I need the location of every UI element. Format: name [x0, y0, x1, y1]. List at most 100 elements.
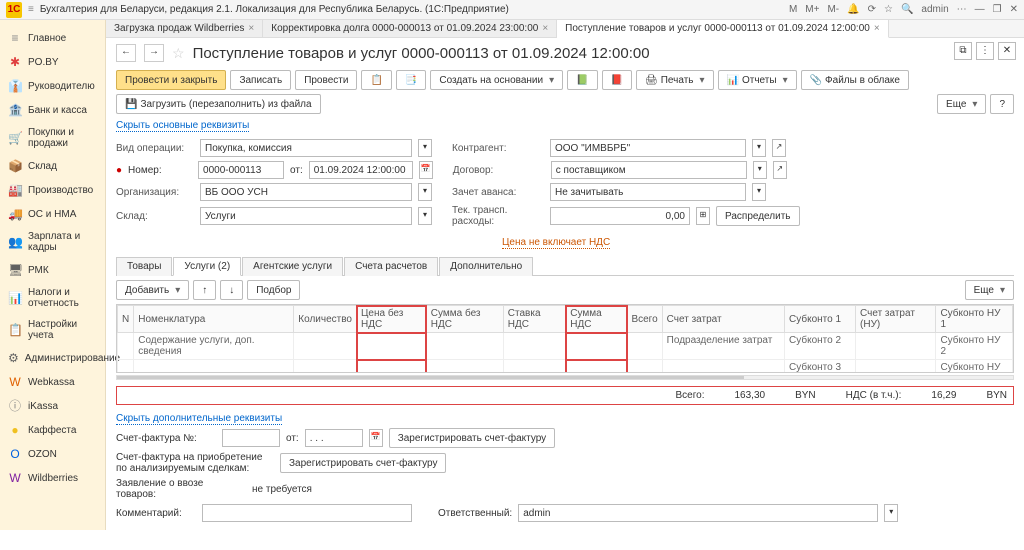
- sidebar-item-10[interactable]: 📊Налоги и отчетность: [0, 282, 105, 314]
- load-file-button[interactable]: 💾 Загрузить (перезаполнить) из файла: [116, 94, 321, 114]
- sidebar-item-13[interactable]: WWebkassa: [0, 370, 105, 394]
- doc-tab-2[interactable]: Поступление товаров и услуг 0000-000113 …: [557, 20, 889, 38]
- sidebar-item-1[interactable]: ✱PO.BY: [0, 50, 105, 74]
- nav-back[interactable]: ←: [116, 44, 136, 62]
- inner-tab-2[interactable]: Агентские услуги: [242, 257, 343, 276]
- resp-input[interactable]: [518, 504, 878, 522]
- help-button[interactable]: ?: [990, 94, 1014, 114]
- sf-number-input[interactable]: [222, 429, 280, 447]
- inner-tab-0[interactable]: Товары: [116, 257, 172, 276]
- contr-dd[interactable]: ▾: [752, 139, 766, 157]
- sidebar-item-14[interactable]: ⓘiKassa: [0, 394, 105, 418]
- hide-extra-link[interactable]: Скрыть дополнительные реквизиты: [116, 413, 282, 425]
- excel-button[interactable]: 📗: [567, 70, 597, 90]
- col-header[interactable]: Количество: [294, 306, 357, 333]
- mem-mplus[interactable]: M+: [805, 4, 819, 15]
- print-button[interactable]: 🖨 Печать: [636, 70, 714, 90]
- bell-icon[interactable]: 🔔: [847, 4, 859, 15]
- grid-more-button[interactable]: Еще: [965, 280, 1014, 300]
- favorite-icon[interactable]: ☆: [172, 45, 185, 62]
- sidebar-item-12[interactable]: ⚙Администрирование: [0, 346, 105, 370]
- sidebar-item-6[interactable]: 🏭Производство: [0, 178, 105, 202]
- comment-input[interactable]: [202, 504, 412, 522]
- maximize-icon[interactable]: ❐: [993, 4, 1002, 15]
- reg-sf2-button[interactable]: Зарегистрировать счет-фактуру: [280, 453, 446, 473]
- inner-tab-3[interactable]: Счета расчетов: [344, 257, 438, 276]
- advance-dd[interactable]: ▾: [752, 183, 766, 201]
- up-button[interactable]: ↑: [193, 280, 216, 300]
- col-header[interactable]: Цена без НДС: [357, 306, 427, 333]
- inner-tab-1[interactable]: Услуги (2): [173, 257, 241, 276]
- price-notice-link[interactable]: Цена не включает НДС: [502, 237, 610, 249]
- resp-dd[interactable]: ▾: [884, 504, 898, 522]
- doc-tab-0[interactable]: Загрузка продаж Wildberries×: [106, 20, 263, 37]
- close-doc-icon[interactable]: ✕: [998, 42, 1016, 60]
- sidebar-item-2[interactable]: 👔Руководителю: [0, 74, 105, 98]
- pick-button[interactable]: Подбор: [247, 280, 300, 300]
- contr-open[interactable]: ↗: [772, 139, 786, 157]
- col-header[interactable]: Ставка НДС: [503, 306, 565, 333]
- col-header[interactable]: Субконто НУ 1: [936, 306, 1013, 333]
- tab-close-icon[interactable]: ×: [542, 23, 548, 34]
- col-header[interactable]: Счет затрат: [662, 306, 784, 333]
- create-on-button[interactable]: Создать на основании: [430, 70, 563, 90]
- write-button[interactable]: Записать: [230, 70, 291, 90]
- sidebar-item-0[interactable]: ≡Главное: [0, 26, 105, 50]
- sidebar-item-7[interactable]: 🚚ОС и НМА: [0, 202, 105, 226]
- number-input[interactable]: [198, 161, 284, 179]
- col-header[interactable]: Счет затрат (НУ): [856, 306, 936, 333]
- doc-tab-1[interactable]: Корректировка долга 0000-000013 от 01.09…: [263, 20, 557, 37]
- reports-button[interactable]: 📊 Отчеты: [718, 70, 797, 90]
- reg-sf-button[interactable]: Зарегистрировать счет-фактуру: [389, 428, 555, 448]
- post-close-button[interactable]: Провести и закрыть: [116, 70, 226, 90]
- hide-main-link[interactable]: Скрыть основные реквизиты: [116, 120, 249, 132]
- mem-mminus[interactable]: M-: [827, 4, 839, 15]
- sidebar-item-17[interactable]: WWildberries: [0, 466, 105, 490]
- sidebar-item-16[interactable]: OOZON: [0, 442, 105, 466]
- more-button[interactable]: Еще: [937, 94, 986, 114]
- hamburger-icon[interactable]: ≡: [28, 4, 34, 15]
- col-header[interactable]: Сумма без НДС: [426, 306, 503, 333]
- sidebar-item-9[interactable]: 🖥РМК: [0, 258, 105, 282]
- search-icon[interactable]: 🔍: [901, 4, 913, 15]
- col-header[interactable]: Субконто 1: [785, 306, 856, 333]
- date-input[interactable]: [309, 161, 413, 179]
- warehouse-dd[interactable]: ▾: [418, 207, 432, 225]
- window-detach-icon[interactable]: ⧉: [954, 42, 972, 60]
- tab-close-icon[interactable]: ×: [248, 23, 254, 34]
- add-button[interactable]: Добавить: [116, 280, 189, 300]
- sidebar-item-11[interactable]: 📋Настройки учета: [0, 314, 105, 346]
- horizontal-scrollbar[interactable]: [116, 375, 1014, 380]
- more-menu-icon[interactable]: ⋮: [976, 42, 994, 60]
- date-pick[interactable]: 📅: [419, 161, 433, 179]
- dt-kt-button[interactable]: 📋: [361, 70, 391, 90]
- texp-calc[interactable]: ⊞: [696, 207, 710, 225]
- sidebar-item-3[interactable]: 🏦Банк и касса: [0, 98, 105, 122]
- nav-fwd[interactable]: →: [144, 44, 164, 62]
- inner-tab-4[interactable]: Дополнительно: [439, 257, 533, 276]
- sidebar-item-5[interactable]: 📦Склад: [0, 154, 105, 178]
- user-label[interactable]: admin: [921, 4, 948, 15]
- op-type-dd[interactable]: ▾: [418, 139, 432, 157]
- history-icon[interactable]: ⟳: [868, 4, 876, 15]
- col-header[interactable]: N: [118, 306, 134, 333]
- sf-date-pick[interactable]: 📅: [369, 429, 383, 447]
- warehouse-input[interactable]: [200, 207, 412, 225]
- close-icon[interactable]: ✕: [1010, 4, 1018, 15]
- advance-input[interactable]: [550, 183, 746, 201]
- col-header[interactable]: Номенклатура: [134, 306, 294, 333]
- op-type-input[interactable]: [200, 139, 412, 157]
- contract-input[interactable]: [551, 161, 747, 179]
- sf-date-input[interactable]: [305, 429, 363, 447]
- org-dd[interactable]: ▾: [418, 183, 432, 201]
- sidebar-item-4[interactable]: 🛒Покупки и продажи: [0, 122, 105, 154]
- settings-icon[interactable]: ⋯: [957, 4, 967, 15]
- cloud-files-button[interactable]: 📎 Файлы в облаке: [801, 70, 909, 90]
- distribute-button[interactable]: Распределить: [716, 206, 800, 226]
- sidebar-item-15[interactable]: ●Каффеста: [0, 418, 105, 442]
- post-button[interactable]: Провести: [295, 70, 357, 90]
- mem-m[interactable]: M: [789, 4, 797, 15]
- down-button[interactable]: ↓: [220, 280, 243, 300]
- col-header[interactable]: Всего: [627, 306, 662, 333]
- star-icon[interactable]: ☆: [884, 4, 893, 15]
